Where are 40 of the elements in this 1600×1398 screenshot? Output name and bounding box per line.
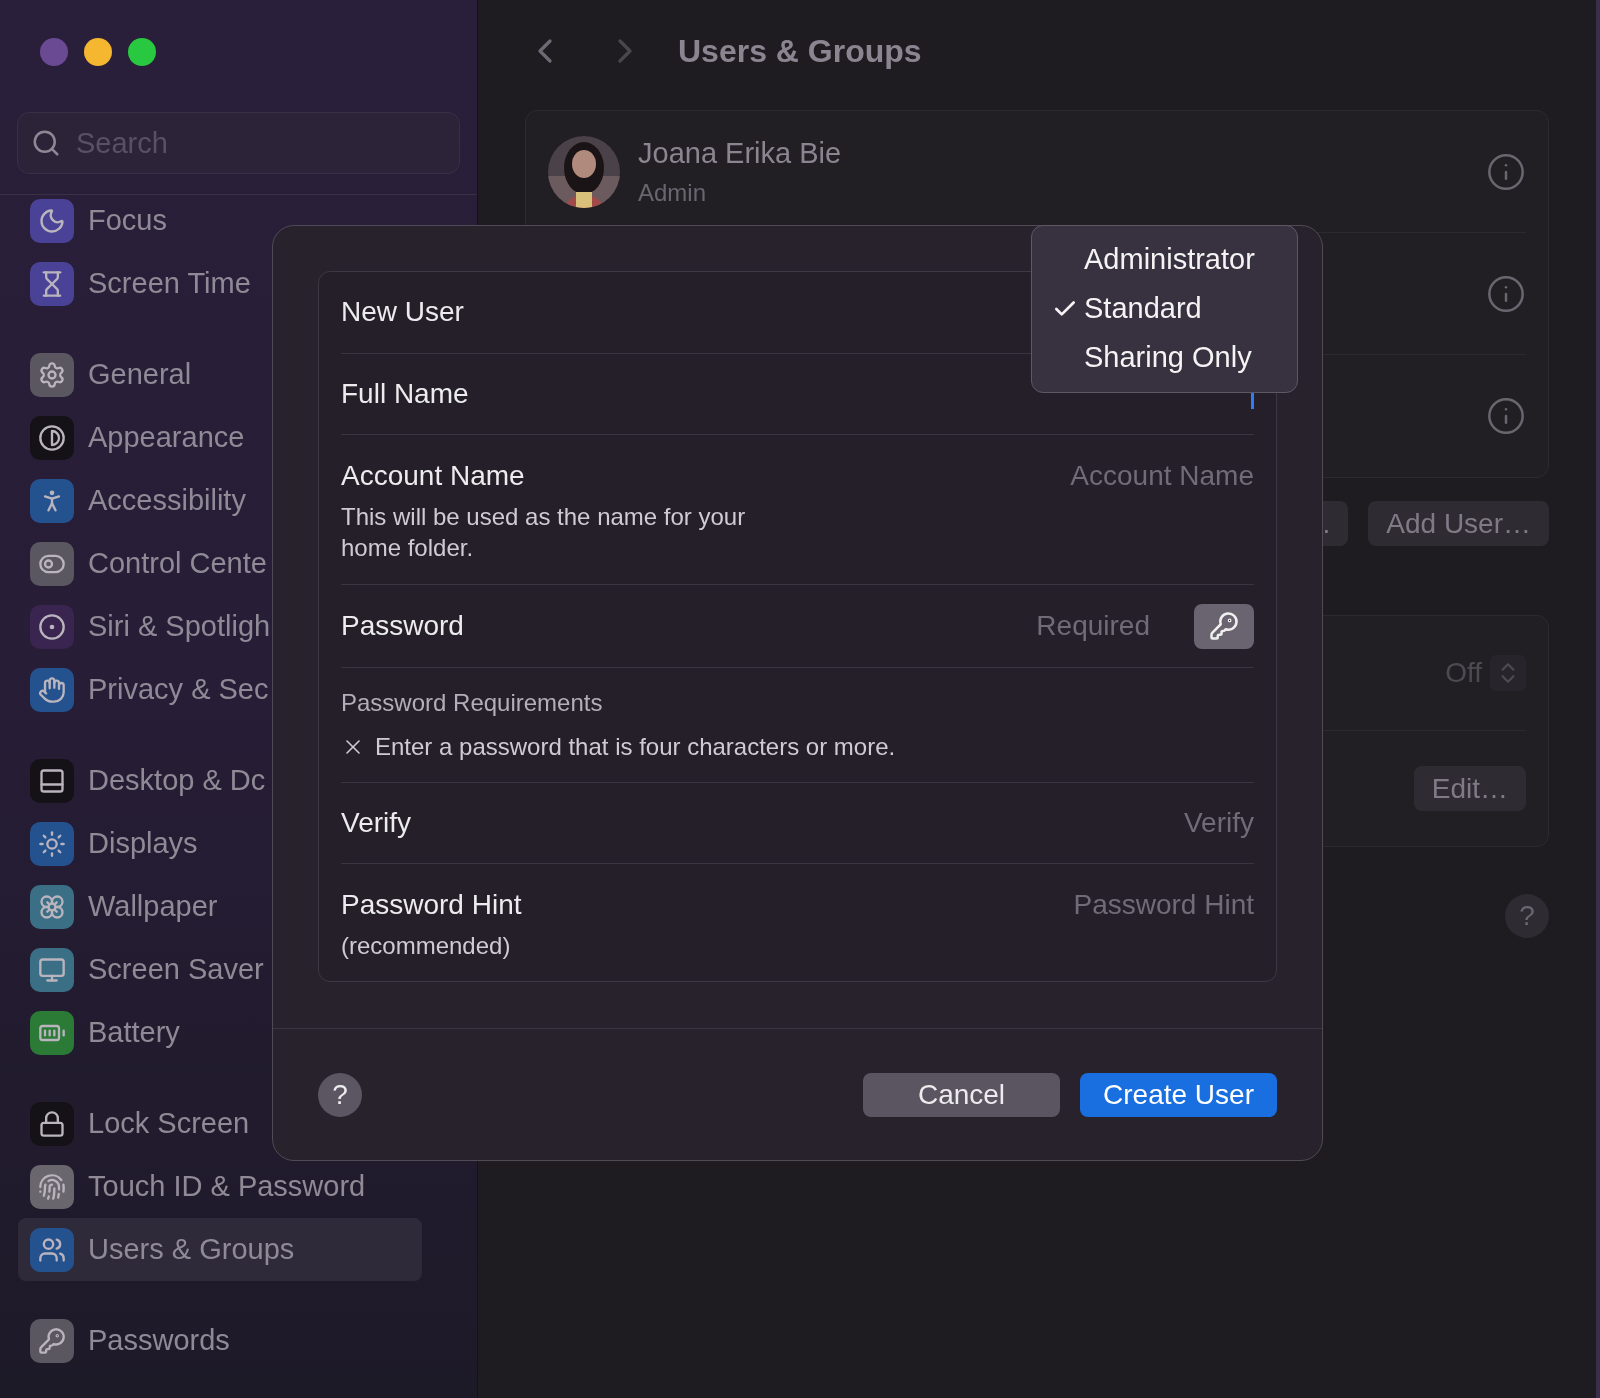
field-label: Password Hint [341,888,523,923]
window-control[interactable] [84,38,112,66]
sidebar-item[interactable]: Focus [18,189,422,252]
key-icon [1209,611,1239,642]
info-icon[interactable] [1486,273,1526,314]
cancel-button[interactable]: Cancel [863,1072,1060,1117]
field-label: Account Name [341,459,526,494]
edit-button[interactable]: Edit… [1413,766,1526,811]
password-field[interactable]: Required [850,605,1150,648]
create-button[interactable]: Create User [1080,1072,1277,1117]
user-role: Admin [638,178,708,209]
info-icon[interactable] [1486,151,1526,192]
search-icon [31,128,61,158]
stepper-control[interactable] [1490,655,1526,691]
sidebar-item[interactable]: Users & Groups [18,1218,422,1281]
field-label: Password [341,609,464,644]
requirements-title: Password Requirements [341,687,604,718]
info-icon[interactable] [1486,396,1526,436]
window-control[interactable] [128,38,156,66]
menu-item[interactable]: Administrator [1032,235,1297,285]
field-note: (recommended) [341,931,512,962]
help-button[interactable]: ? [318,1072,362,1117]
field-label: Full Name [341,377,469,412]
menu-item[interactable]: Sharing Only [1032,333,1297,383]
menu-item[interactable]: Standard [1032,284,1297,334]
text-field[interactable]: Account Name [874,455,1254,498]
field-note: This will be used as the name for your home folder. [341,502,747,564]
field-label: Verify [341,805,412,840]
list-button[interactable]: Add User… [1368,501,1549,546]
sidebar-item[interactable]: Battery [18,1001,422,1064]
requirement-text: Enter a password that is four characters or more. [375,731,896,762]
help-button[interactable]: ? [1505,894,1549,938]
dialog-heading: New User [341,295,464,330]
password-assistant-button[interactable] [1194,603,1254,649]
text-field[interactable]: Password Hint [874,884,1254,927]
user-name: Joana Erika Bie [638,135,842,171]
text-field[interactable]: Verify [874,801,1254,844]
sidebar-item[interactable]: Passwords [18,1309,422,1372]
page-title: Users & Groups [678,32,922,71]
sidebar-item[interactable]: Touch ID & Password [18,1155,422,1218]
